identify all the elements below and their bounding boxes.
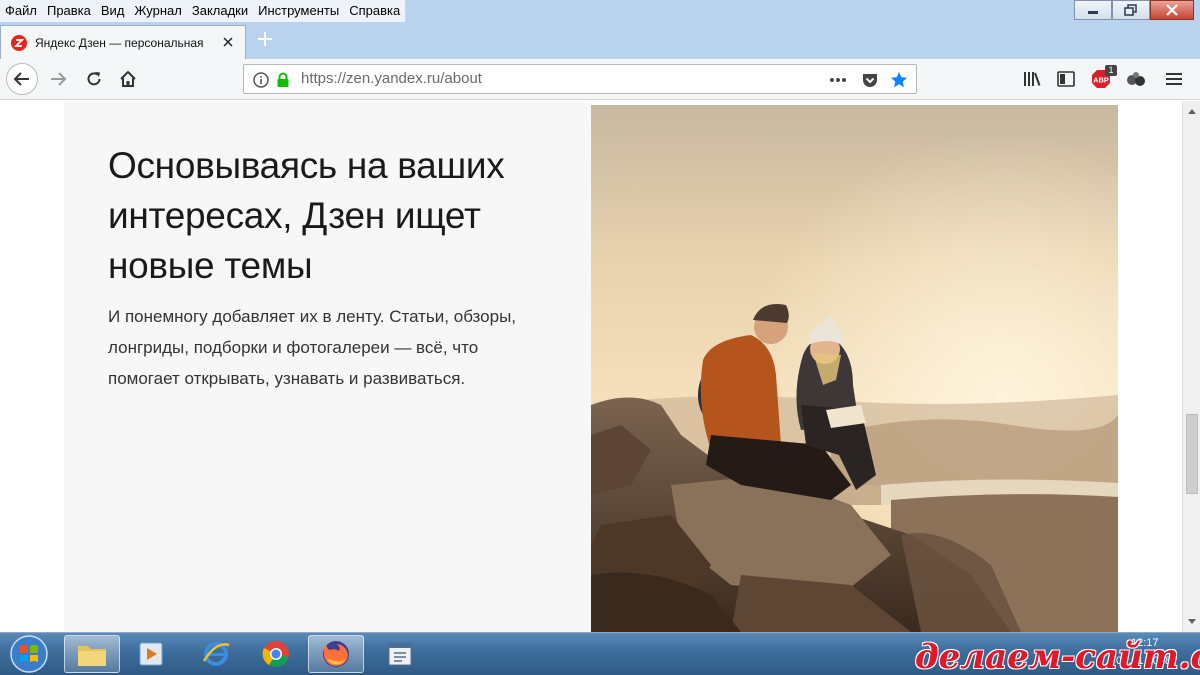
home-icon	[120, 70, 136, 87]
svg-text:ABP: ABP	[1093, 76, 1109, 85]
library-icon	[1024, 72, 1041, 86]
scroll-down-icon[interactable]	[1184, 614, 1200, 630]
chrome-icon	[262, 641, 289, 667]
taskbar-explorer[interactable]	[64, 635, 120, 673]
hero-photo	[591, 105, 1118, 632]
taskbar-firefox[interactable]	[308, 635, 364, 673]
scrollbar-thumb[interactable]	[1186, 414, 1198, 494]
adblock-count-badge: 1	[1105, 65, 1117, 76]
zen-favicon-icon	[11, 34, 27, 51]
page-scrollbar[interactable]	[1182, 101, 1200, 632]
menu-bookmarks[interactable]: Закладки	[187, 0, 253, 22]
reload-button[interactable]	[80, 65, 108, 93]
page-headline: Основываясь на ваших интересах, Дзен ище…	[108, 145, 505, 286]
taskbar-chrome[interactable]	[248, 635, 304, 673]
info-icon[interactable]	[252, 71, 270, 89]
tab-strip: Яндекс Дзен — персональная	[0, 22, 1200, 59]
extension-icon	[1127, 72, 1145, 86]
navigation-toolbar: https://zen.yandex.ru/about ABP 1	[0, 59, 1200, 100]
page-body-text: И понемногу добавляет их в ленту. Статьи…	[108, 307, 517, 388]
pocket-icon[interactable]	[861, 71, 879, 89]
new-tab-button[interactable]	[254, 28, 276, 50]
sidebar-button[interactable]	[1052, 65, 1080, 93]
menu-icon	[1166, 73, 1182, 85]
folder-icon	[78, 646, 106, 666]
browser-window: Файл Правка Вид Журнал Закладки Инструме…	[0, 0, 1200, 675]
firefox-icon	[323, 641, 349, 667]
reload-icon	[87, 72, 101, 86]
site-watermark: делаем-сайт.com	[915, 637, 1200, 675]
close-window-button[interactable]	[1150, 0, 1194, 20]
window-controls	[1074, 0, 1194, 20]
tab-close-icon[interactable]	[220, 34, 236, 50]
menu-view[interactable]: Вид	[96, 0, 130, 22]
back-button[interactable]	[6, 63, 38, 95]
home-button[interactable]	[114, 65, 142, 93]
taskbar-app[interactable]	[372, 635, 428, 673]
main-menu-button[interactable]	[1160, 65, 1188, 93]
plus-icon	[258, 32, 272, 46]
minimize-button[interactable]	[1074, 0, 1112, 20]
menu-help[interactable]: Справка	[344, 0, 405, 22]
back-icon	[13, 72, 29, 86]
menu-list: Файл Правка Вид Журнал Закладки Инструме…	[0, 0, 407, 22]
page-viewport: Основываясь на ваших интересах, Дзен ище…	[0, 101, 1182, 632]
minimize-icon	[1088, 11, 1098, 14]
library-button[interactable]	[1018, 65, 1046, 93]
menu-history[interactable]: Журнал	[129, 0, 186, 22]
menu-tools[interactable]: Инструменты	[253, 0, 344, 22]
couple-on-mountain-image	[591, 105, 1118, 632]
internet-explorer-icon	[202, 642, 230, 666]
media-player-icon	[139, 642, 163, 666]
forward-icon	[51, 72, 67, 86]
menu-edit[interactable]: Правка	[42, 0, 96, 22]
scroll-up-icon[interactable]	[1184, 103, 1200, 119]
taskbar-internet-explorer[interactable]	[188, 635, 244, 673]
sidebar-icon	[1057, 71, 1075, 87]
lock-icon[interactable]	[274, 71, 292, 89]
tab-title: Яндекс Дзен — персональная	[35, 35, 204, 50]
restore-button[interactable]	[1112, 0, 1150, 20]
taskbar-media-player[interactable]	[124, 635, 180, 673]
url-text[interactable]: https://zen.yandex.ru/about	[301, 65, 482, 93]
start-button[interactable]	[2, 634, 56, 674]
tab-zen[interactable]: Яндекс Дзен — персональная	[0, 25, 246, 59]
restore-icon	[1124, 4, 1137, 16]
windows-start-icon	[10, 635, 48, 673]
more-icon[interactable]	[829, 71, 847, 89]
window-app-icon	[388, 642, 412, 666]
bookmark-star-icon[interactable]	[890, 71, 908, 89]
menu-file[interactable]: Файл	[0, 0, 42, 22]
forward-button[interactable]	[44, 65, 72, 93]
menu-bar: Файл Правка Вид Журнал Закладки Инструме…	[0, 0, 1200, 22]
close-icon	[1166, 4, 1178, 16]
extension-button[interactable]	[1122, 65, 1150, 93]
address-bar[interactable]: https://zen.yandex.ru/about	[243, 64, 917, 94]
